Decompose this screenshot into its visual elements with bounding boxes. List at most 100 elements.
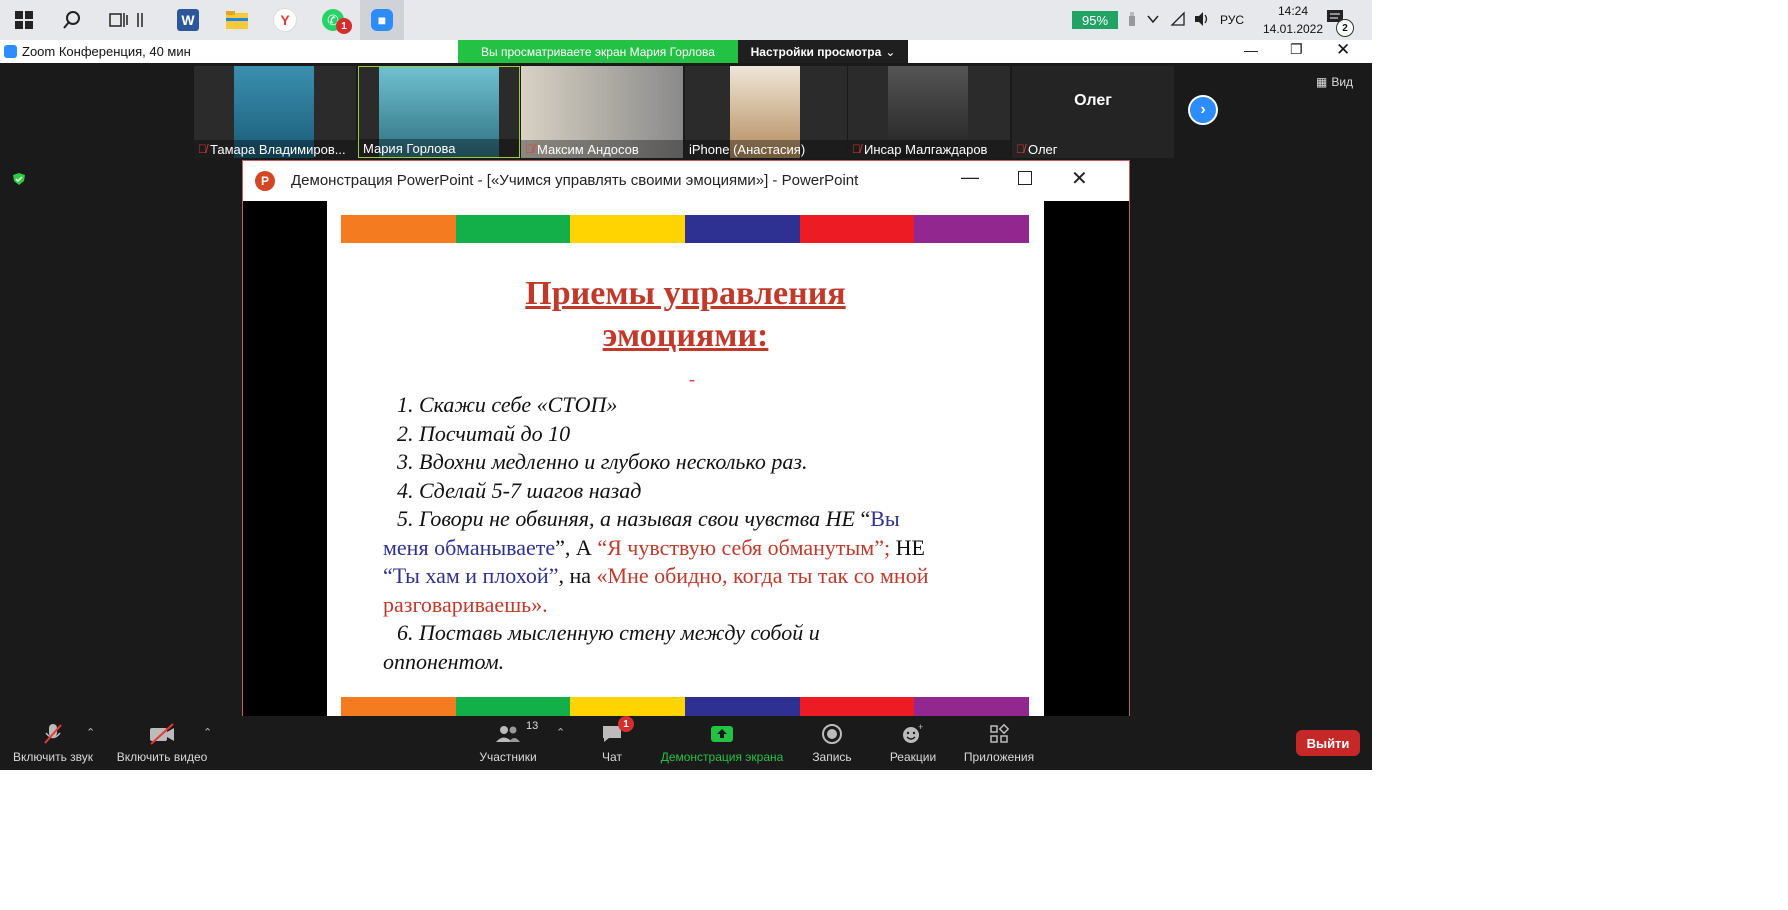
participants-icon: 13 (494, 720, 538, 746)
participant-name: Максим Андосов (537, 141, 639, 157)
muted-mic-icon: 🎙̸ (1016, 142, 1025, 156)
record-button[interactable]: Запись (800, 716, 864, 770)
apps-icon (985, 722, 1013, 746)
chevron-up-icon[interactable] (1146, 12, 1160, 31)
unmute-button[interactable]: Включить звук (8, 716, 98, 770)
stripe-segment (341, 697, 456, 717)
participant-tile[interactable]: Олег 🎙̸ Олег (1012, 66, 1174, 158)
volume-icon[interactable] (1193, 11, 1211, 32)
color-stripe-bottom (341, 697, 1029, 717)
svg-text:+: + (918, 723, 923, 732)
video-options-caret-icon[interactable]: ⌃ (203, 726, 212, 739)
clock-time[interactable]: 14:24 (1262, 4, 1324, 18)
search-icon[interactable] (50, 0, 94, 40)
participants-caret-icon[interactable]: ⌃ (556, 726, 565, 739)
share-screen-icon (708, 722, 736, 746)
slide-title-line2: эмоциями: (602, 317, 769, 354)
grid-icon: ▦ (1316, 75, 1328, 89)
color-stripe-top (341, 215, 1029, 243)
stripe-segment (455, 215, 571, 243)
ppt-minimize-button[interactable]: — (961, 167, 979, 188)
list-item: 4. Сделай 5-7 шагов назад (397, 477, 642, 503)
shield-icon[interactable] (12, 172, 26, 186)
participant-tile[interactable]: 🎙̸ Максим Андосов (521, 66, 683, 158)
reactions-button[interactable]: + Реакции (880, 716, 946, 770)
stripe-segment (341, 215, 456, 243)
close-button[interactable]: ✕ (1336, 40, 1350, 60)
list-item: 1. Скажи себе «СТОП» (397, 392, 618, 417)
record-label: Запись (812, 750, 852, 764)
reactions-label: Реакции (889, 750, 937, 764)
slide-list: 1. Скажи себе «СТОП» 2. Посчитай до 10 3… (397, 391, 807, 505)
chat-label: Чат (602, 750, 622, 764)
battery-indicator[interactable]: 95% (1072, 11, 1118, 29)
stripe-segment (455, 697, 571, 717)
participants-count: 13 (526, 720, 539, 732)
participant-tile-active[interactable]: Мария Горлова (358, 66, 520, 158)
view-label: Вид (1331, 75, 1354, 89)
share-screen-label: Демонстрация экрана (660, 750, 784, 764)
participants-label: Участники (479, 750, 537, 764)
participant-tile[interactable]: iPhone (Анастасия) (685, 66, 847, 158)
participant-tile[interactable]: 🎙̸ Тамара Владимиров... (194, 66, 356, 158)
zoom-titlebar: Zoom Конференция, 40 мин Вы просматривае… (0, 40, 1372, 64)
chat-badge: 1 (618, 716, 634, 732)
clock-date[interactable]: 14.01.2022 (1254, 22, 1332, 36)
video-off-icon (148, 722, 176, 746)
stripe-segment (685, 215, 800, 243)
windows-start-icon[interactable] (2, 0, 46, 40)
view-settings-button[interactable]: Настройки просмотра ⌄ (738, 40, 908, 63)
wifi-icon[interactable] (1170, 11, 1186, 32)
list-item: 2. Посчитай до 10 (397, 420, 571, 446)
smiley-plus-icon: + (899, 722, 927, 746)
participant-name: Тамара Владимиров... (210, 141, 346, 157)
participant-tile[interactable]: 🎙̸ Инсар Малгаждаров (848, 66, 1010, 158)
share-banner: Вы просматриваете экран Мария Горлова (458, 40, 738, 63)
participant-big-name: Олег (1074, 92, 1112, 109)
participant-name: Олег (1028, 141, 1058, 157)
file-explorer-icon[interactable] (215, 0, 259, 40)
muted-mic-icon (39, 722, 67, 746)
apps-label: Приложения (963, 750, 1035, 764)
start-video-button[interactable]: Включить видео (112, 716, 212, 770)
usb-icon[interactable] (1126, 10, 1138, 33)
chat-icon: 1 (598, 716, 634, 746)
next-page-arrow-icon[interactable]: › (1188, 95, 1218, 125)
zoom-logo-icon (4, 45, 17, 58)
yandex-browser-icon[interactable]: Y (263, 0, 307, 40)
word-icon[interactable]: W (166, 0, 210, 40)
ppt-maximize-button[interactable] (1018, 171, 1032, 185)
whatsapp-icon[interactable]: ✆ 1 (311, 0, 355, 40)
stripe-segment (914, 697, 1029, 717)
muted-mic-icon: 🎙̸ (198, 142, 207, 156)
share-screen-button[interactable]: Демонстрация экрана (652, 716, 792, 770)
language-indicator[interactable]: РУС (1220, 13, 1244, 27)
muted-mic-icon: 🎙̸ (852, 142, 861, 156)
view-settings-label: Настройки просмотра (750, 44, 882, 59)
start-video-label: Включить видео (116, 750, 208, 764)
stripe-segment (570, 215, 685, 243)
list-item: 3. Вдохни медленно и глубоко несколько р… (397, 449, 808, 474)
stripe-segment (685, 697, 800, 717)
apps-button[interactable]: Приложения (958, 716, 1040, 770)
participants-button[interactable]: 13 Участники (468, 716, 548, 770)
powerpoint-window: P Демонстрация PowerPoint - [«Учимся упр… (242, 160, 1130, 718)
whatsapp-badge: 1 (336, 18, 352, 34)
view-button[interactable]: ▦ Вид (1316, 75, 1353, 89)
notification-icon[interactable]: 2 (1326, 9, 1354, 37)
leave-button[interactable]: Выйти (1296, 730, 1360, 756)
ppt-close-button[interactable]: ✕ (1071, 166, 1088, 191)
minimize-button[interactable]: — (1244, 42, 1258, 58)
list-item-5: 5. Говори не обвиняя, а называя свои чув… (383, 506, 929, 674)
powerpoint-title: Демонстрация PowerPoint - [«Учимся управ… (291, 172, 859, 189)
notification-count: 2 (1336, 19, 1354, 37)
restore-button[interactable]: ❐ (1290, 41, 1303, 58)
slide: Приемы управления эмоциями: - 1. Скажи с… (327, 201, 1044, 717)
zoom-taskbar-icon[interactable]: ■ (360, 0, 404, 40)
participant-name: Инсар Малгаждаров (864, 141, 988, 157)
audio-options-caret-icon[interactable]: ⌃ (86, 726, 95, 739)
stripe-segment (799, 215, 915, 243)
chat-button[interactable]: 1 Чат (584, 716, 640, 770)
stripe-segment (570, 697, 685, 717)
zoom-window-title: Zoom Конференция, 40 мин (22, 44, 191, 59)
